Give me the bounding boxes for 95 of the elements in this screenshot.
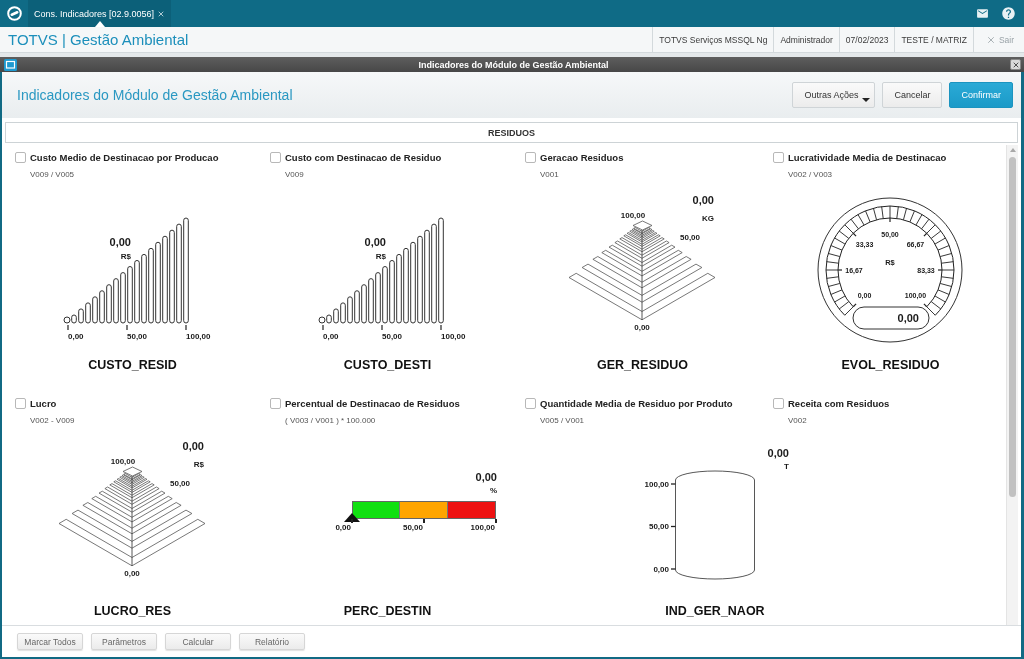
indicator-name: PERC_DESTIN: [343, 604, 432, 618]
tab[interactable]: Cons. Indicadores [02.9.0056]: [28, 0, 172, 27]
arrow-up-icon[interactable]: [1009, 148, 1016, 152]
scale-label: 50,00: [382, 331, 403, 341]
scale-zone: [352, 501, 400, 519]
caret-icon: [862, 98, 871, 102]
confirm-button[interactable]: Confirmar: [949, 82, 1013, 108]
indicator-formula: V002 / V003: [788, 171, 833, 179]
checkbox[interactable]: [773, 397, 784, 409]
indicator-formula: V009: [285, 171, 304, 179]
scale-label: 50,00: [648, 522, 669, 531]
scale-zone: [400, 501, 448, 519]
help-icon[interactable]: [1001, 6, 1016, 21]
scale-zone: [448, 501, 496, 519]
panel-title: Indicadores do Módulo de Gestão Ambiental: [17, 87, 293, 103]
gauge-value: 0,00: [692, 194, 714, 206]
gauge-value: 0,00: [475, 471, 497, 483]
tick-mark: [495, 519, 497, 523]
scale-label: 0,00: [653, 564, 669, 574]
indicator-name: EVOL_RESIDUO: [841, 358, 940, 372]
footer-button[interactable]: Marcar Todos: [17, 633, 83, 650]
indicator-formula: V002: [788, 417, 807, 425]
checkbox[interactable]: [270, 151, 281, 163]
gauge-value: 0,00: [767, 447, 789, 459]
scale-label: 0,00: [634, 322, 650, 332]
scale-label: 0,00: [335, 523, 351, 533]
checkbox[interactable]: [15, 397, 26, 409]
footer-button[interactable]: Calcular: [165, 633, 231, 650]
close-button[interactable]: [1010, 59, 1021, 70]
footer-button[interactable]: Parâmetros: [91, 633, 157, 650]
scale-label: 50,00: [402, 523, 423, 533]
scrollbar[interactable]: [1006, 145, 1018, 625]
scale-label: 100,00: [441, 331, 466, 341]
indicator-formula: V009 / V005: [30, 171, 75, 179]
indicator-title: Lucro: [30, 397, 57, 409]
footer-button[interactable]: Relatório: [239, 633, 305, 650]
window-title: Indicadores do Módulo de Gestão Ambiental: [417, 59, 610, 70]
checkbox[interactable]: [15, 151, 26, 163]
close-icon: [1011, 60, 1020, 69]
indicator-name: LUCRO_RES: [93, 604, 172, 618]
gauge-unit: R$: [193, 459, 204, 469]
scale-label: 100,00: [110, 456, 136, 466]
indicator-name: CUSTO_RESID: [88, 358, 177, 372]
menu-button[interactable]: Outras Ações: [792, 82, 876, 108]
close-icon: [985, 34, 996, 45]
scale-label: 100,00: [644, 479, 669, 489]
checkbox[interactable]: [525, 397, 536, 409]
scale-label: 50,00: [170, 478, 190, 488]
indicator-name: GER_RESIDUO: [597, 358, 688, 372]
checkbox[interactable]: [270, 397, 281, 409]
checkbox[interactable]: [773, 151, 784, 163]
scale-label: 100,00: [186, 331, 211, 341]
header-info: 07/02/2023: [838, 27, 895, 52]
indicator-name: CUSTO_DESTI: [343, 358, 432, 372]
gauge-unit: R$: [120, 251, 131, 261]
indicator-formula: ( V003 / V001 ) * 100.000: [285, 417, 376, 425]
header-info: TOTVS Serviços MSSQL Ng: [652, 27, 774, 52]
mail-icon[interactable]: [976, 7, 989, 20]
scale-label: 0,00: [323, 331, 339, 341]
section-header: RESIDUOS: [5, 122, 1018, 143]
scale-label: 0,00: [124, 568, 140, 578]
indicator-formula: V002 - V009: [30, 417, 75, 425]
indicator-title: Geracao Residuos: [540, 151, 624, 163]
indicator-title: Lucratividade Media de Destinacao: [788, 151, 947, 163]
scale-label: 100,00: [470, 523, 495, 533]
scale-label: 50,00: [127, 331, 148, 341]
scale-label: 50,00: [680, 232, 700, 242]
cancel-button[interactable]: Cancelar: [882, 82, 943, 108]
header-info: TESTE / MATRIZ: [894, 27, 973, 52]
gauge-value: 0,00: [897, 312, 919, 324]
gauge-unit: %: [489, 486, 497, 495]
logo-icon[interactable]: [7, 6, 22, 21]
gauge-unit: KG: [702, 213, 714, 223]
indicator-formula: V001: [540, 171, 559, 179]
gauge-unit: T: [784, 461, 789, 471]
indicator-title: Quantidade Media de Residuo por Produto: [540, 397, 733, 409]
tick-mark: [423, 519, 425, 523]
checkbox[interactable]: [525, 151, 536, 163]
gauge-unit: R$: [375, 251, 386, 261]
indicator-title: Receita com Residuos: [788, 397, 890, 409]
indicator-formula: V005 / V001: [540, 417, 585, 425]
scale-label: 100,00: [620, 210, 646, 220]
window-icon: [4, 58, 17, 71]
indicator-title: Percentual de Destinacao de Residuos: [285, 397, 460, 409]
scrollbar-thumb[interactable]: [1009, 157, 1016, 497]
scale-label: 0,00: [68, 331, 84, 341]
gauge-value: 0,00: [109, 236, 131, 248]
close-icon[interactable]: [157, 9, 166, 18]
header-info: Administrador: [773, 27, 839, 52]
indicator-name: IND_GER_NAOR: [665, 604, 765, 618]
gauge-value: 0,00: [182, 440, 204, 452]
gauge-value: 0,00: [364, 236, 386, 248]
app-title: TOTVS | Gestão Ambiental: [7, 30, 189, 50]
indicator-title: Custo com Destinacao de Residuo: [285, 151, 442, 163]
indicator-title: Custo Medio de Destinacao por Producao: [30, 151, 219, 163]
